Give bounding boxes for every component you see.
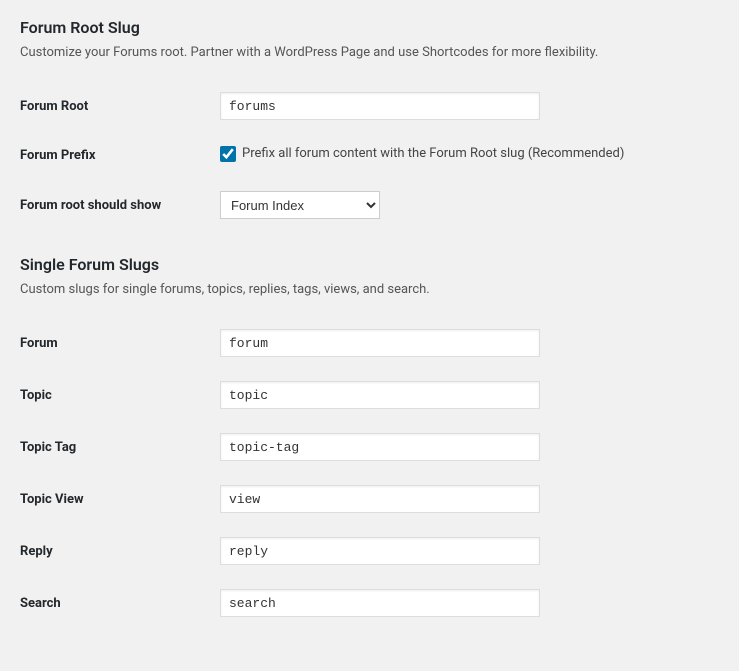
reply-slug-label: Reply <box>20 525 220 577</box>
forum-root-show-select[interactable]: Forum Index <box>220 191 380 219</box>
forum-root-slug-table: Forum Root Forum Prefix Prefix all forum… <box>20 80 719 231</box>
search-slug-input[interactable] <box>220 589 540 617</box>
forum-prefix-checkbox-label[interactable]: Prefix all forum content with the Forum … <box>220 146 624 162</box>
forum-slug-input[interactable] <box>220 329 540 357</box>
forum-root-slug-heading: Forum Root Slug <box>20 18 719 37</box>
single-forum-slugs-desc: Custom slugs for single forums, topics, … <box>20 282 719 297</box>
forum-root-show-label: Forum root should show <box>20 179 220 231</box>
topic-view-slug-label: Topic View <box>20 473 220 525</box>
forum-prefix-checkbox[interactable] <box>220 146 236 162</box>
single-forum-slugs-table: Forum Topic Topic Tag Topic View Reply S… <box>20 317 719 629</box>
reply-slug-input[interactable] <box>220 537 540 565</box>
forum-root-input[interactable] <box>220 92 540 120</box>
forum-root-slug-desc: Customize your Forums root. Partner with… <box>20 45 719 60</box>
topic-tag-slug-input[interactable] <box>220 433 540 461</box>
topic-slug-label: Topic <box>20 369 220 421</box>
topic-slug-input[interactable] <box>220 381 540 409</box>
forum-prefix-checkbox-text: Prefix all forum content with the Forum … <box>242 146 624 161</box>
topic-view-slug-input[interactable] <box>220 485 540 513</box>
topic-tag-slug-label: Topic Tag <box>20 421 220 473</box>
search-slug-label: Search <box>20 577 220 629</box>
single-forum-slugs-heading: Single Forum Slugs <box>20 255 719 274</box>
forum-slug-label: Forum <box>20 317 220 369</box>
forum-root-label: Forum Root <box>20 80 220 132</box>
forum-prefix-label: Forum Prefix <box>20 132 220 179</box>
